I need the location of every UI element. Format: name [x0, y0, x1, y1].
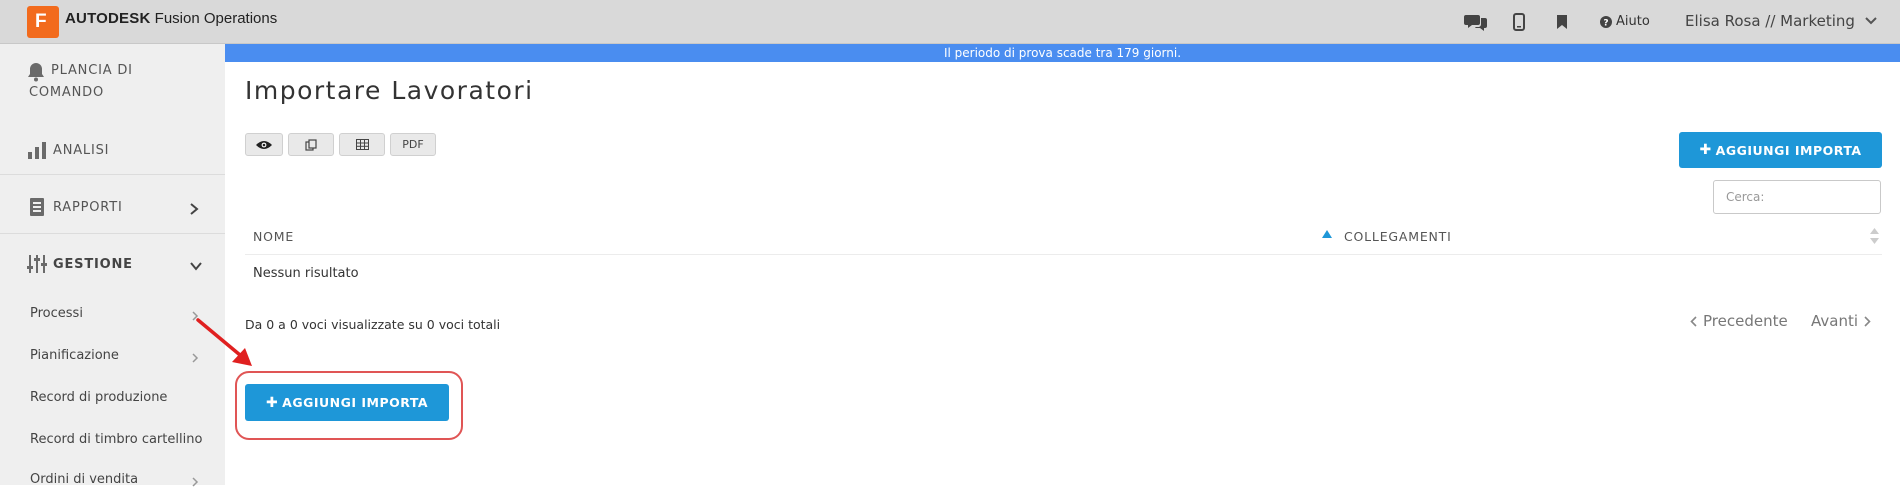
sidebar-item-rapporti[interactable]: RAPPORTI [27, 197, 123, 219]
sidebar-item-label: RAPPORTI [53, 200, 123, 215]
bar-chart-icon [28, 142, 46, 159]
question-circle-icon: ? [1600, 15, 1612, 28]
chevron-right-icon [1864, 315, 1871, 327]
sidebar-item-label: GESTIONE [53, 257, 133, 272]
plus-icon: ✚ [265, 394, 279, 411]
column-header-nome[interactable]: NOME [253, 229, 294, 244]
brand-product: Fusion Operations [154, 10, 278, 27]
prev-label: Precedente [1703, 312, 1788, 330]
svg-text:?: ? [1603, 18, 1608, 28]
app-logo[interactable]: F [27, 6, 59, 38]
page-title: Importare Lavoratori [245, 76, 534, 105]
help-label: Aiuto [1616, 14, 1650, 29]
table-summary: Da 0 a 0 voci visualizzate su 0 voci tot… [245, 317, 501, 332]
pdf-label: PDF [402, 138, 424, 151]
help-link[interactable]: ? Aiuto [1600, 14, 1650, 29]
chevron-right-icon [192, 477, 199, 487]
bell-icon [28, 63, 44, 82]
brand-bold: AUTODESK [65, 10, 151, 27]
sidebar-subitem-record-timbro[interactable]: Record di timbro cartellino [30, 432, 202, 447]
brand-name: AUTODESK Fusion Operations [65, 10, 277, 27]
search-input[interactable] [1713, 180, 1881, 214]
sidebar-item-label: PLANCIA DI [51, 60, 133, 82]
chevron-down-icon [1865, 17, 1877, 25]
add-import-label: AGGIUNGI IMPORTA [1715, 142, 1862, 158]
table-icon [355, 139, 369, 150]
sort-asc-icon[interactable] [1322, 230, 1332, 238]
plus-icon: ✚ [1699, 142, 1712, 158]
next-label: Avanti [1811, 312, 1859, 330]
trial-banner: Il periodo di prova scade tra 179 giorni… [225, 44, 1900, 62]
chevron-right-icon [192, 353, 199, 363]
prev-page-button[interactable]: Precedente [1690, 312, 1788, 330]
user-label: Elisa Rosa // Marketing [1685, 12, 1855, 30]
header-divider [245, 254, 1882, 255]
column-header-collegamenti[interactable]: COLLEGAMENTI [1344, 229, 1452, 244]
logo-letter: F [35, 11, 47, 32]
chevron-down-icon [190, 262, 202, 271]
copy-button[interactable] [288, 133, 334, 156]
sidebar-item-label: ANALISI [53, 143, 110, 158]
chevron-right-icon [192, 311, 199, 321]
next-page-button[interactable]: Avanti [1811, 312, 1871, 330]
add-import-bottom-label: AGGIUNGI IMPORTA [282, 395, 429, 410]
sort-both-icon[interactable] [1870, 228, 1879, 244]
sidebar-subitem-record-produzione[interactable]: Record di produzione [30, 390, 167, 405]
eye-icon [256, 140, 272, 149]
pdf-button[interactable]: PDF [390, 133, 436, 156]
divider [0, 233, 225, 234]
sidebar-subitem-processi[interactable]: Processi [30, 306, 83, 321]
sidebar-item-analisi[interactable]: ANALISI [27, 140, 109, 162]
report-icon [30, 198, 44, 216]
sidebar-item-gestione[interactable]: GESTIONE [27, 254, 133, 276]
empty-message: Nessun risultato [253, 266, 359, 281]
user-menu[interactable]: Elisa Rosa // Marketing [1685, 12, 1877, 30]
divider [0, 174, 225, 175]
label-line-1: PLANCIA DI [51, 63, 133, 78]
copy-icon [305, 138, 317, 151]
sidebar: PLANCIA DI COMANDO ANALISI RAPPORTI GEST… [0, 44, 225, 487]
mobile-icon[interactable] [1513, 10, 1525, 34]
csv-button[interactable] [339, 133, 385, 156]
bookmark-icon[interactable] [1557, 10, 1567, 34]
sidebar-item-dashboard[interactable]: PLANCIA DI [27, 60, 133, 82]
top-bar: F AUTODESK Fusion Operations ? Aiuto Eli… [0, 0, 1900, 44]
add-import-button[interactable]: ✚ AGGIUNGI IMPORTA [1679, 132, 1882, 168]
sidebar-subitem-pianificazione[interactable]: Pianificazione [30, 348, 119, 363]
add-import-bottom-button[interactable]: ✚ AGGIUNGI IMPORTA [245, 384, 449, 421]
sliders-icon [27, 255, 47, 273]
label-line-2: COMANDO [29, 85, 104, 100]
chevron-right-icon [190, 203, 199, 215]
chevron-left-icon [1690, 315, 1697, 327]
chat-icon[interactable] [1464, 10, 1488, 34]
view-button[interactable] [245, 133, 283, 156]
